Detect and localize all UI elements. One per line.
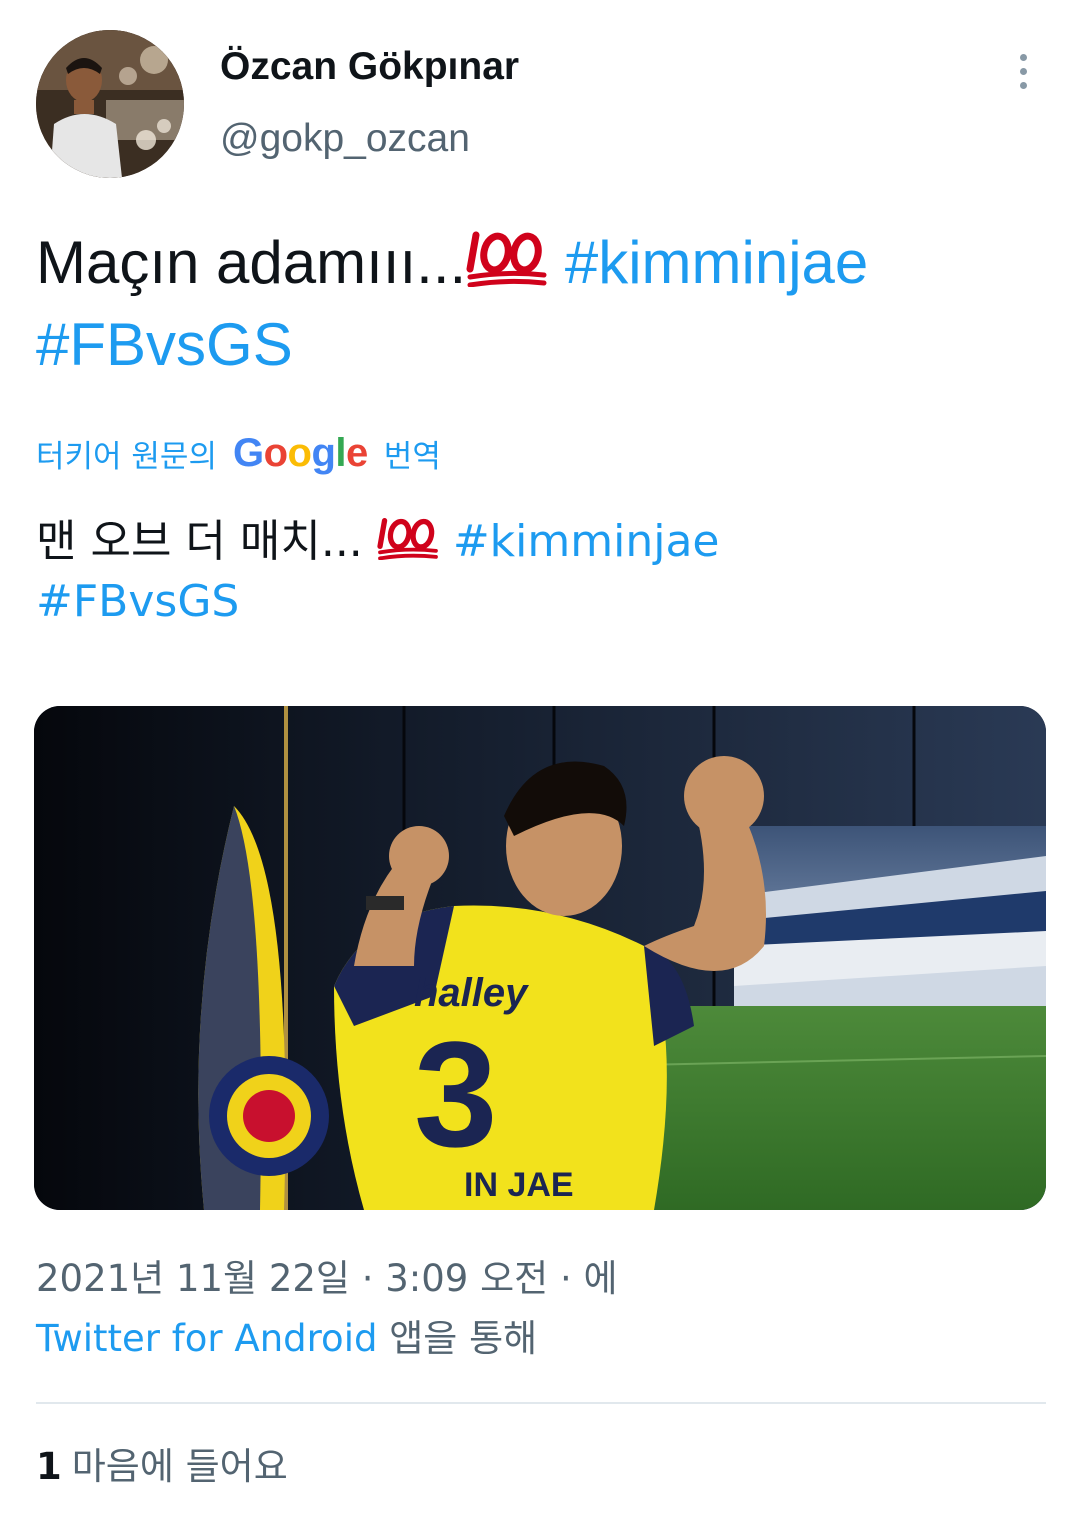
jersey-name: IN JAE xyxy=(464,1166,574,1204)
translation-attribution[interactable]: 터키어 원문의 Google 번역 xyxy=(36,428,441,478)
google-logo: Google xyxy=(232,430,368,475)
more-dot xyxy=(1019,81,1027,89)
translated-text: 맨 오브 더 매치... #kimminjae #FBvsGS xyxy=(36,512,1046,632)
more-dot xyxy=(1019,67,1027,75)
likes-label: 마음에 들어요 xyxy=(71,1445,288,1488)
tweet-timestamp[interactable]: 2021년 11월 22일 · 3:09 오전 · 에 xyxy=(36,1252,618,1306)
tweet-source: Twitter for Android 앱을 통해 xyxy=(36,1312,537,1366)
likes-count: 1 xyxy=(36,1445,62,1488)
source-suffix: 앱을 통해 xyxy=(389,1317,538,1360)
author-avatar[interactable] xyxy=(36,30,184,178)
translated-text-body: 맨 오브 더 매치... xyxy=(36,516,363,567)
divider xyxy=(36,1402,1046,1404)
author-name[interactable]: Özcan Gökpınar xyxy=(220,44,519,90)
avatar-photo xyxy=(36,30,184,178)
translation-suffix: 번역 xyxy=(383,438,441,475)
tweet-text-body: Maçın adamııı... xyxy=(36,229,467,296)
hashtag-fbvsgs[interactable]: #FBvsGS xyxy=(36,576,239,627)
source-link[interactable]: Twitter for Android xyxy=(36,1317,377,1360)
likes-stat[interactable]: 1 마음에 들어요 xyxy=(36,1440,288,1494)
author-handle[interactable]: @gokp_ozcan xyxy=(220,116,470,162)
hashtag-kimminjae[interactable]: #kimminjae xyxy=(565,229,868,296)
hashtag-kimminjae[interactable]: #kimminjae xyxy=(453,516,720,567)
more-options-icon[interactable] xyxy=(1000,44,1046,98)
translation-prefix: 터키어 원문의 xyxy=(36,438,217,475)
tweet-text: Maçın adamııı... #kimminjae #FBvsGS xyxy=(36,222,1046,386)
hundred-points-emoji-icon xyxy=(466,226,548,288)
tweet-media-image[interactable]: 3 halley IN JAE xyxy=(34,706,1046,1210)
jersey-number: 3 xyxy=(414,1010,497,1178)
player-photo: 3 halley IN JAE xyxy=(34,706,1046,1210)
more-dot xyxy=(1019,53,1027,61)
jersey-brand: halley xyxy=(414,971,529,1015)
tweet-header: Özcan Gökpınar @gokp_ozcan xyxy=(0,0,1080,190)
hundred-points-emoji-icon xyxy=(377,516,439,561)
hashtag-fbvsgs[interactable]: #FBvsGS xyxy=(36,311,293,378)
